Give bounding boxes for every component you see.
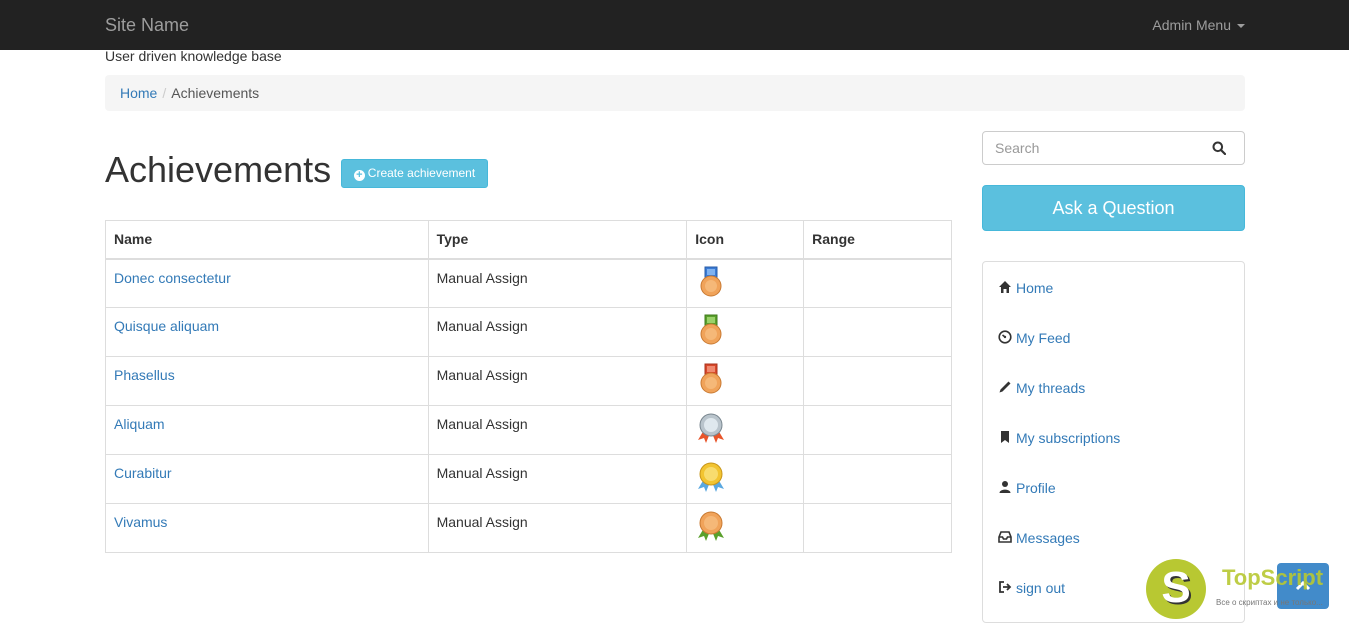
create-achievement-button[interactable]: + Create achievement — [341, 159, 488, 188]
sidebar-item-my-feed[interactable]: My Feed — [998, 328, 1070, 348]
table-row: Quisque aliquam Manual Assign — [105, 307, 952, 357]
watermark-title: TopScript — [1222, 565, 1324, 590]
rosette-gold-icon — [698, 462, 725, 492]
sidebar-item-profile[interactable]: Profile — [998, 478, 1056, 498]
header-icon: Icon — [686, 220, 805, 260]
achievement-type: Manual Assign — [427, 454, 688, 504]
watermark-subtitle: Все о скриптах и не только... — [1216, 598, 1323, 607]
achievement-range — [803, 258, 952, 308]
rosette-bronze-icon — [698, 511, 725, 541]
watermark-logo: S — [1146, 559, 1206, 619]
user-icon — [999, 481, 1011, 493]
medal-red-ribbon-bronze-icon — [700, 363, 722, 394]
table-row: Vivamus Manual Assign — [105, 503, 952, 553]
breadcrumb-home-link[interactable]: Home — [120, 85, 157, 101]
inbox-icon — [998, 531, 1012, 543]
medal-green-ribbon-bronze-icon — [700, 314, 722, 345]
achievement-type: Manual Assign — [427, 356, 688, 406]
header-type: Type — [427, 220, 688, 260]
admin-menu-dropdown[interactable]: Admin Menu — [1152, 16, 1245, 34]
sidebar-item-messages[interactable]: Messages — [998, 528, 1080, 548]
header-name: Name — [105, 220, 429, 260]
sidebar-item-label: My threads — [1016, 380, 1086, 396]
achievement-type: Manual Assign — [427, 307, 688, 357]
sidebar-item-my-threads[interactable]: My threads — [998, 378, 1085, 398]
home-icon — [999, 281, 1011, 293]
rosette-silver-icon — [698, 413, 725, 443]
page-title: Achievements — [105, 149, 332, 190]
header-range: Range — [803, 220, 952, 260]
breadcrumb: Home / Achievements — [105, 75, 1245, 111]
table-header-row: Name Type Icon Range — [105, 220, 952, 260]
search-input[interactable] — [983, 132, 1198, 164]
achievement-name-link[interactable]: Quisque aliquam — [114, 318, 219, 334]
topscript-watermark: S TopScript Все о скриптах и не только..… — [1146, 558, 1346, 620]
achievement-name-link[interactable]: Phasellus — [114, 367, 175, 383]
medal-blue-ribbon-bronze-icon — [700, 266, 722, 296]
plus-circle-icon: + — [353, 170, 365, 181]
site-brand[interactable]: Site Name — [105, 15, 189, 35]
sidebar-item-label: My Feed — [1016, 330, 1071, 346]
achievement-name-link[interactable]: Aliquam — [114, 416, 165, 432]
sidebar-item-home[interactable]: Home — [998, 278, 1053, 298]
sidebar-item-label: Messages — [1016, 530, 1080, 546]
achievement-type: Manual Assign — [427, 405, 688, 455]
ask-question-button[interactable]: Ask a Question — [982, 185, 1245, 231]
log-out-icon — [999, 581, 1012, 593]
pencil-icon — [999, 381, 1011, 393]
achievement-range — [803, 307, 952, 357]
create-achievement-label: Create achievement — [367, 166, 476, 180]
dashboard-icon — [998, 330, 1012, 344]
table-row: Aliquam Manual Assign — [105, 405, 952, 455]
sidebar-item-label: Profile — [1016, 480, 1056, 496]
sidebar-item-my-subscriptions[interactable]: My subscriptions — [998, 428, 1120, 448]
achievement-name-link[interactable]: Vivamus — [114, 514, 167, 530]
table-row: Phasellus Manual Assign — [105, 356, 952, 406]
table-row: Curabitur Manual Assign — [105, 454, 952, 504]
breadcrumb-separator: / — [162, 85, 167, 101]
achievement-type: Manual Assign — [427, 258, 688, 308]
achievement-range — [803, 503, 952, 553]
sidebar-item-sign-out[interactable]: sign out — [998, 578, 1065, 598]
watermark-logo-letter: S — [1161, 563, 1191, 612]
sidebar-item-label: My subscriptions — [1016, 430, 1121, 446]
achievement-range — [803, 454, 952, 504]
bookmark-icon — [1001, 431, 1009, 443]
search-icon[interactable] — [1212, 141, 1226, 155]
caret-down-icon — [1237, 24, 1245, 29]
achievement-range — [803, 356, 952, 406]
admin-menu-label: Admin Menu — [1152, 17, 1231, 33]
achievement-type: Manual Assign — [427, 503, 688, 553]
achievement-name-link[interactable]: Curabitur — [114, 465, 172, 481]
achievements-table: Name Type Icon Range Donec consectetur M… — [105, 220, 952, 553]
sidebar-item-label: Home — [1016, 280, 1054, 296]
achievement-name-link[interactable]: Donec consectetur — [114, 270, 231, 286]
sidebar-item-label: sign out — [1016, 580, 1066, 596]
search-box — [982, 131, 1245, 165]
table-row: Donec consectetur Manual Assign — [105, 258, 952, 308]
site-tagline: User driven knowledge base — [105, 48, 282, 64]
breadcrumb-current: Achievements — [171, 85, 260, 101]
navbar: Site Name Admin Menu — [0, 0, 1349, 50]
achievement-range — [803, 405, 952, 455]
